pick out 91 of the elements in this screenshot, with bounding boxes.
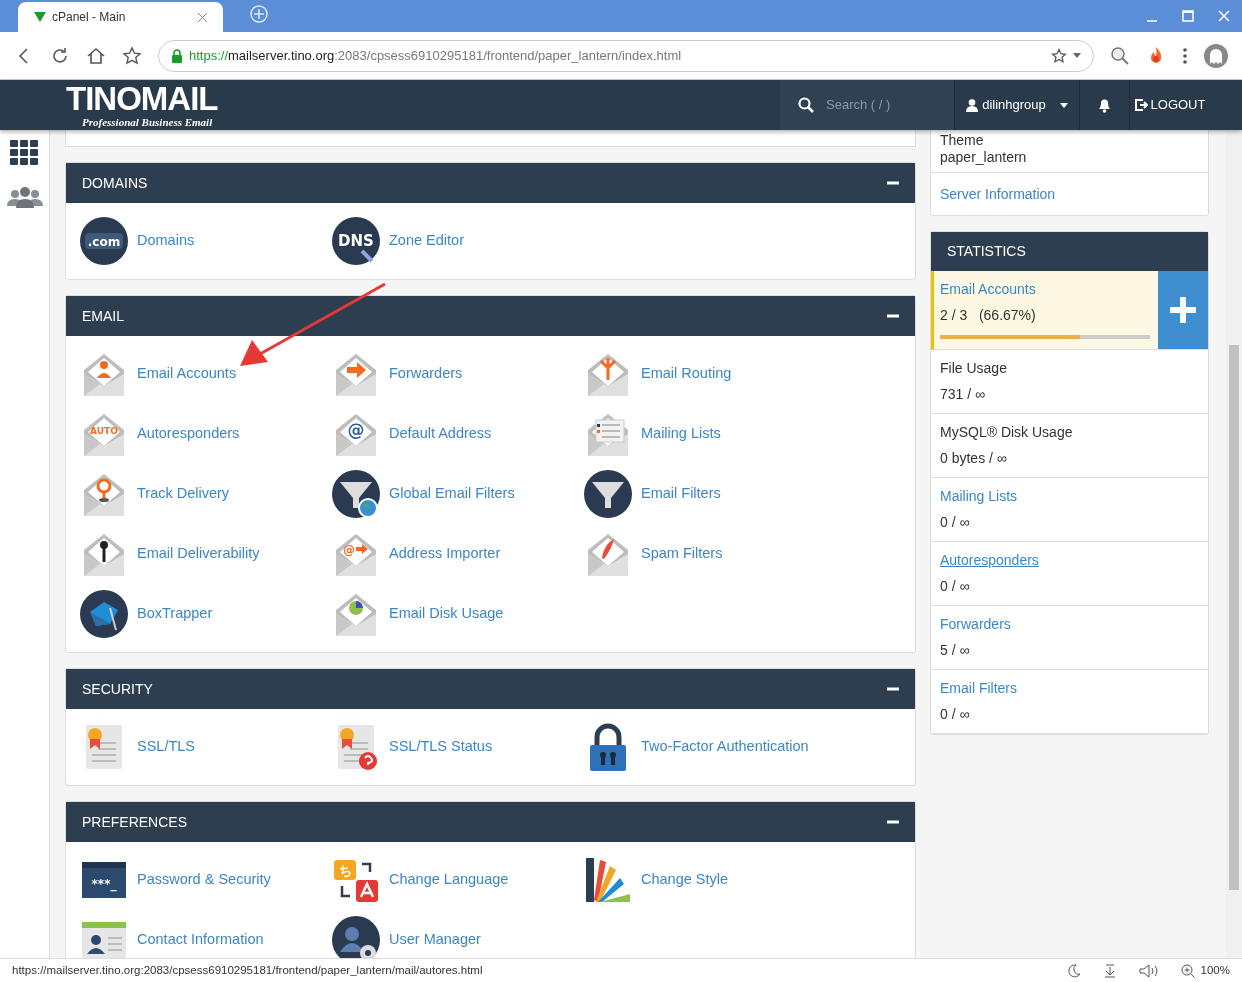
section-header[interactable]: DOMAINS (66, 163, 915, 203)
feature-link[interactable]: SSL/TLS (80, 723, 332, 771)
stat-value: 5 / ∞ (940, 641, 970, 660)
magnifier-icon[interactable] (1110, 45, 1130, 66)
download-icon[interactable] (1102, 963, 1117, 978)
padlock-icon (171, 48, 183, 63)
stat-label: MySQL® Disk Usage (940, 423, 1073, 442)
feature-link[interactable]: Email Accounts (80, 350, 332, 398)
reload-icon[interactable] (50, 45, 70, 66)
url-text: https://mailserver.tino.org:2083/cpsess6910295181/frontend/paper_lantern/index.html (189, 46, 683, 65)
feature-link[interactable]: Forwarders (332, 350, 584, 398)
stat-link[interactable]: Mailing Lists (940, 486, 1018, 507)
stat-link[interactable]: Email Filters (940, 678, 1017, 699)
tab-title: cPanel - Main (52, 9, 127, 26)
panel-title: STATISTICS (947, 242, 1026, 261)
feature-link[interactable]: @ Address Importer (332, 530, 584, 578)
avatar-icon[interactable] (1204, 43, 1228, 68)
zoom-level: 100% (1200, 962, 1230, 978)
section-title: DOMAINS (82, 173, 148, 193)
status-url: https://mailserver.tino.org:2083/cpsess6910295181/frontend/paper_lantern/mail/autores.html (12, 962, 484, 978)
stat-value: 2 / 3 (66.67%) (940, 306, 1036, 325)
funnel-globe-icon (332, 470, 380, 518)
stat-value: 0 / ∞ (940, 705, 970, 724)
funnel-icon (584, 470, 632, 518)
section-title: SECURITY (82, 679, 153, 699)
feature-link[interactable]: Spam Filters (584, 530, 836, 578)
scrollbar-thumb[interactable] (1229, 345, 1239, 890)
feature-link[interactable]: Track Delivery (80, 470, 332, 518)
section-header[interactable]: SECURITY (66, 669, 915, 709)
server-info-link[interactable]: Server Information (940, 186, 1056, 202)
stat-link[interactable]: Autoresponders (940, 550, 1039, 571)
add-button[interactable] (1158, 271, 1208, 349)
feature-link[interactable]: Contact Information (80, 916, 332, 958)
feature-link[interactable]: @ Default Address (332, 410, 584, 458)
section-header[interactable]: PREFERENCES (66, 802, 915, 842)
color-swatches-icon (584, 856, 632, 904)
stat-label: File Usage (940, 359, 1007, 378)
feature-link[interactable]: Email Routing (584, 350, 836, 398)
feature-link[interactable]: Email Deliverability (80, 530, 332, 578)
stat-link[interactable]: Email Accounts (940, 279, 1036, 300)
info-label: Theme (940, 132, 984, 148)
stat-value: 731 / ∞ (940, 385, 985, 404)
globe-icon: .com (80, 217, 128, 265)
info-value: paper_lantern (940, 148, 1027, 166)
search-field[interactable]: Search ( / ) (826, 95, 926, 115)
stat-value: 0 bytes / ∞ (940, 449, 1007, 468)
grid-icon[interactable] (9, 140, 40, 166)
users-icon[interactable] (6, 186, 43, 208)
feature-link[interactable]: SSL/TLS Status (332, 723, 584, 771)
feature-link[interactable]: AUTO Autoresponders (80, 410, 332, 458)
plus-icon (1170, 297, 1196, 323)
star-icon[interactable] (1051, 47, 1067, 64)
feature-link[interactable]: DNS Zone Editor (332, 217, 584, 265)
stat-link[interactable]: Forwarders (940, 614, 1011, 635)
maximize-icon[interactable] (1182, 10, 1194, 22)
stat-value: 0 / ∞ (940, 513, 970, 532)
zoom-icon[interactable] (1180, 963, 1195, 978)
section-title: EMAIL (82, 306, 124, 326)
user-icon (966, 98, 979, 112)
section-title: PREFERENCES (82, 812, 188, 832)
triangle-icon (34, 12, 46, 22)
star-icon[interactable] (122, 45, 142, 66)
box-icon (80, 590, 128, 638)
dns-icon: DNS (332, 217, 380, 265)
search-icon (798, 97, 814, 113)
logo-text: TINOMAIL (66, 82, 218, 116)
moon-icon[interactable] (1066, 963, 1081, 978)
browser-tab[interactable]: cPanel - Main (18, 2, 223, 32)
feature-link[interactable]: Change Style (584, 856, 836, 904)
new-tab-icon[interactable] (249, 4, 269, 24)
feature-link[interactable]: ち Change Language (332, 856, 584, 904)
caret-icon (1059, 102, 1068, 108)
logout-button[interactable]: LOGOUT (1130, 80, 1210, 130)
section-header[interactable]: EMAIL (66, 296, 915, 336)
logout-icon (1134, 99, 1148, 111)
speaker-icon[interactable] (1138, 963, 1159, 978)
feature-link[interactable]: Email Filters (584, 470, 836, 518)
feature-link[interactable]: ***_ Password & Security (80, 856, 332, 904)
feature-link[interactable]: Email Disk Usage (332, 590, 584, 638)
feature-link[interactable]: Global Email Filters (332, 470, 584, 518)
feature-link[interactable]: Mailing Lists (584, 410, 836, 458)
caret-icon[interactable] (1073, 52, 1081, 59)
close-icon[interactable] (198, 12, 207, 22)
feature-link[interactable]: .com Domains (80, 217, 332, 265)
feature-link[interactable]: Two-Factor Authentication (584, 723, 836, 771)
stat-value: 0 / ∞ (940, 577, 970, 596)
bell-icon[interactable] (1097, 97, 1112, 113)
feature-link[interactable]: BoxTrapper (80, 590, 332, 638)
menu-icon[interactable] (1182, 46, 1188, 65)
home-icon[interactable] (86, 45, 106, 66)
logo-tagline: Professional Business Email (81, 116, 213, 128)
